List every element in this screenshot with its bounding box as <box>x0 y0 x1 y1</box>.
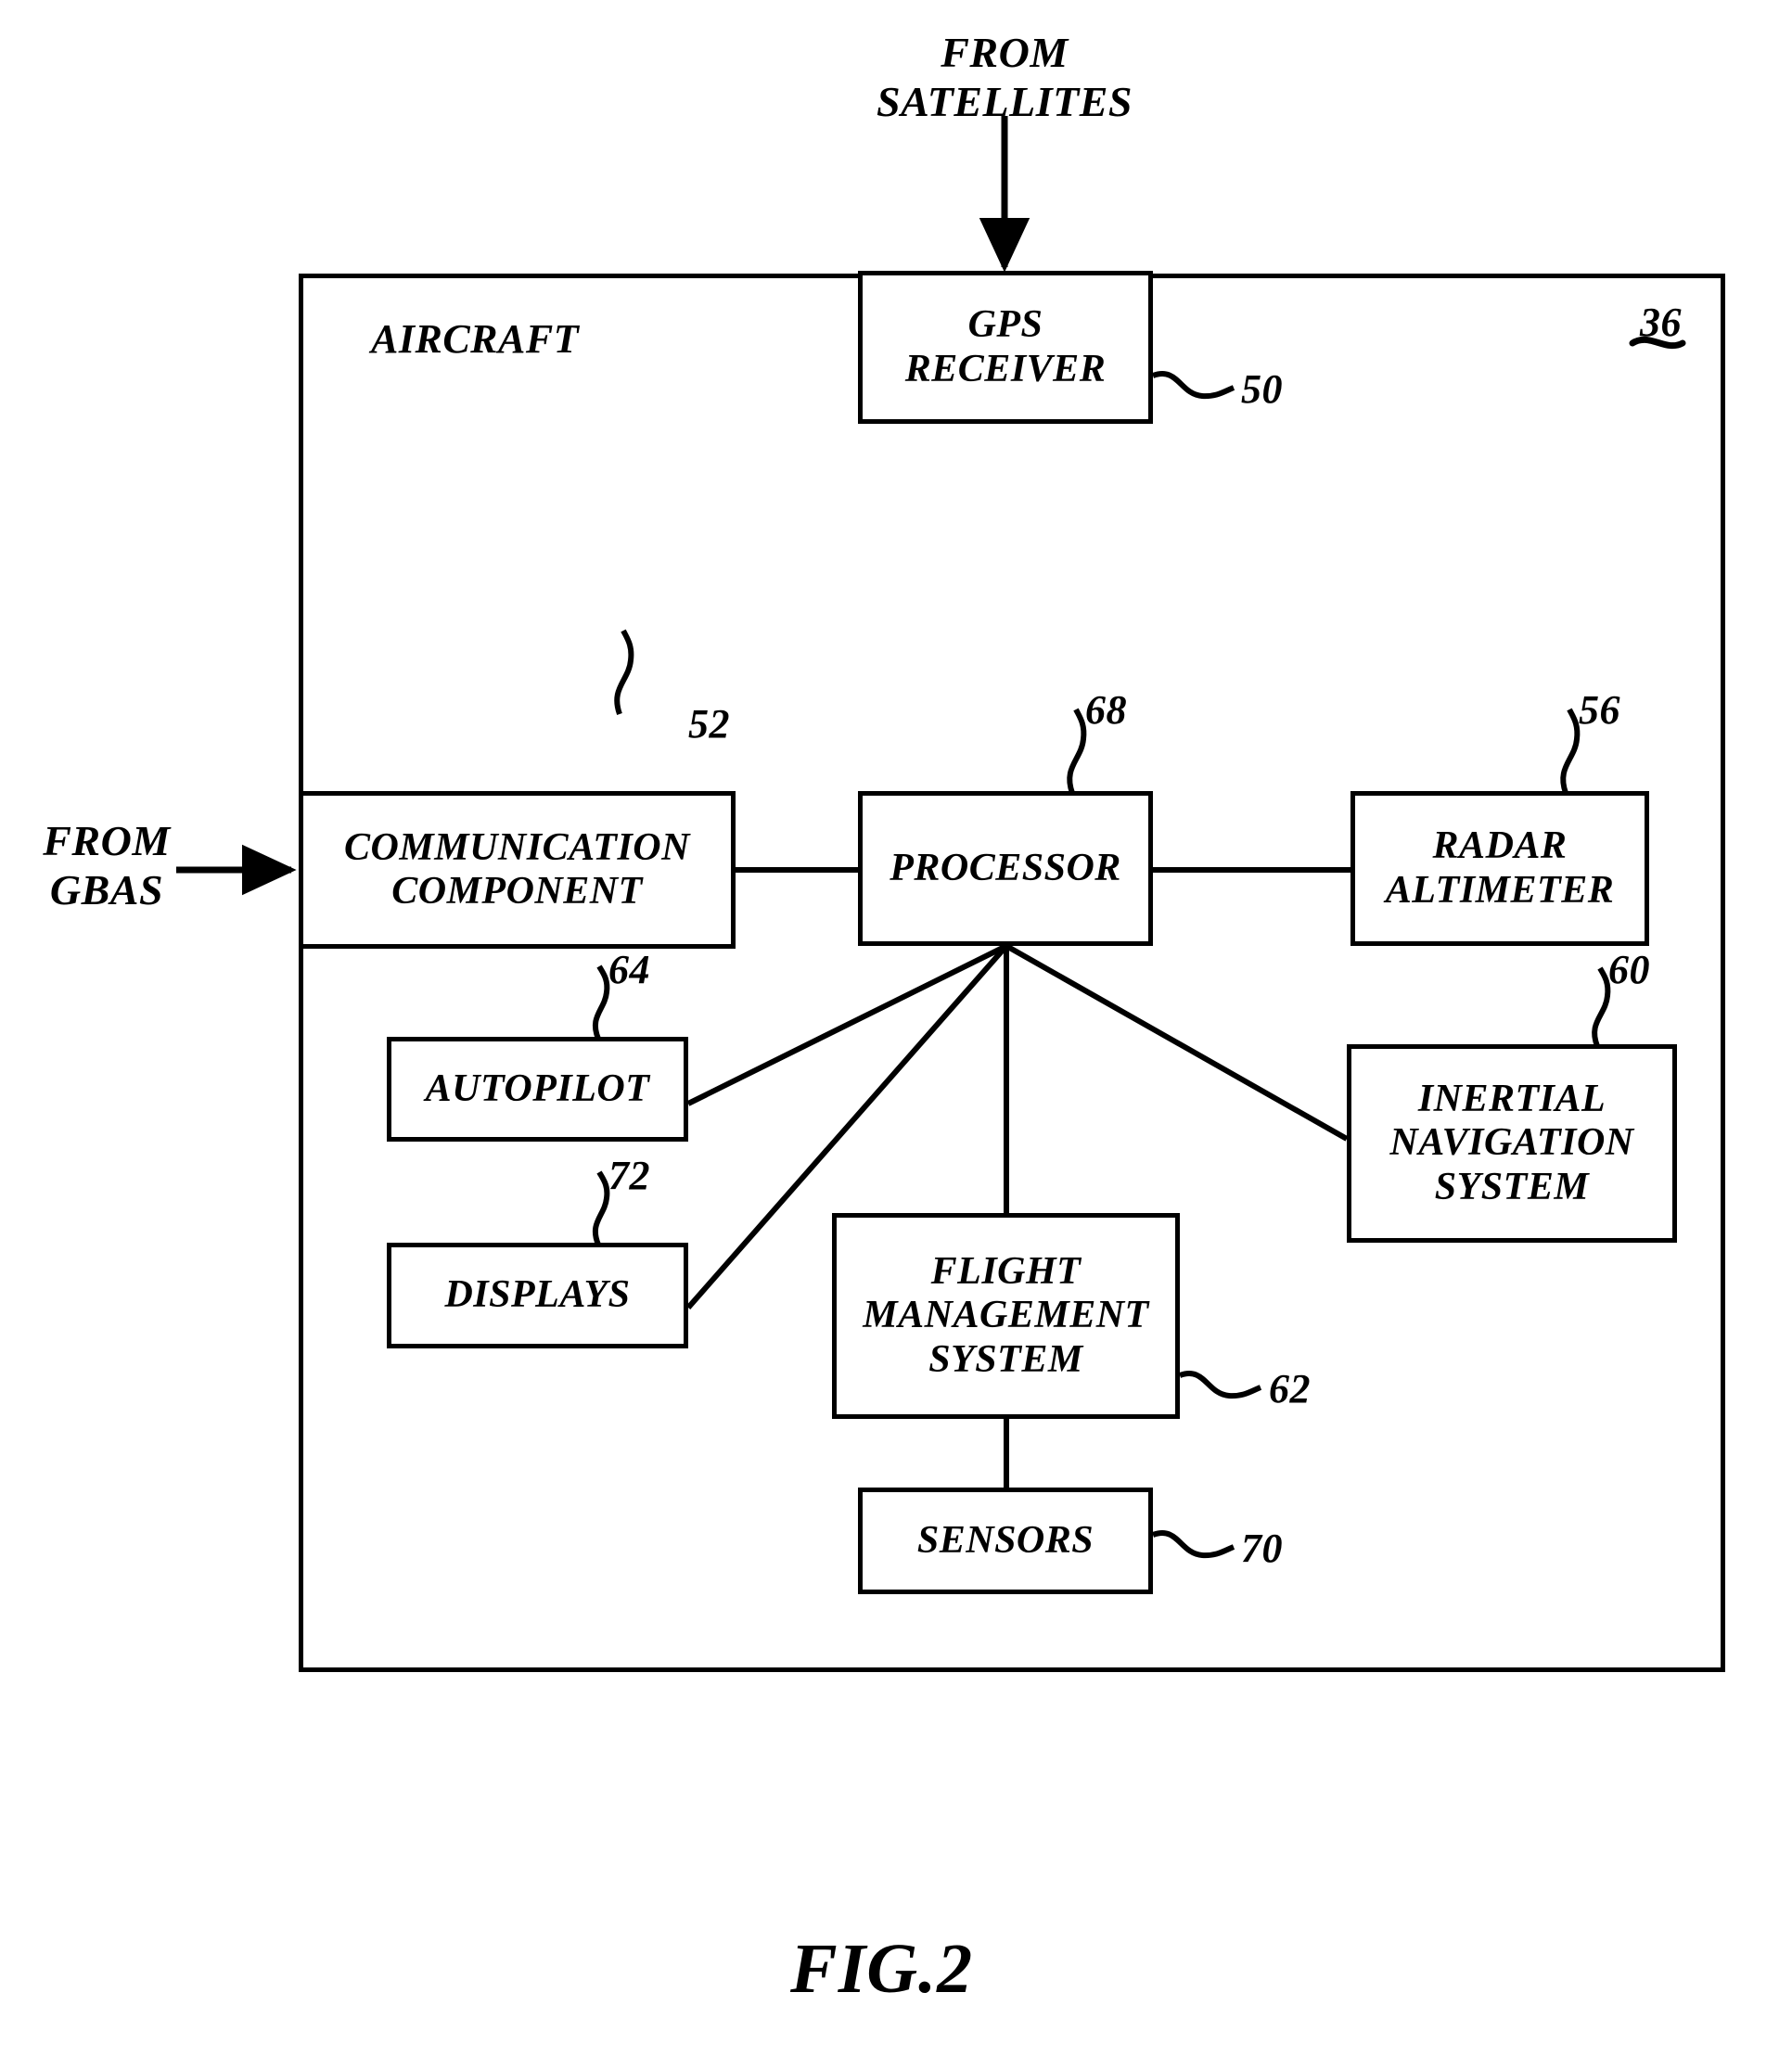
node-displays[interactable]: DISPLAYS <box>387 1243 688 1348</box>
ref-num-64: 64 <box>608 947 650 992</box>
ref-num-50: 50 <box>1241 366 1283 412</box>
node-radar-altimeter-label: RADAR ALTIMETER <box>1385 824 1615 912</box>
node-communication-component-label: COMMUNICATION COMPONENT <box>344 825 690 913</box>
ref-num-72: 72 <box>608 1153 650 1198</box>
node-gps-receiver[interactable]: GPS RECEIVER <box>858 271 1153 424</box>
node-autopilot[interactable]: AUTOPILOT <box>387 1037 688 1142</box>
from-gbas-label: FROM GBAS <box>43 817 171 914</box>
node-displays-label: DISPLAYS <box>444 1273 631 1317</box>
aircraft-frame-label: AIRCRAFT <box>371 316 580 362</box>
node-processor[interactable]: PROCESSOR <box>858 791 1153 946</box>
ref-num-60: 60 <box>1608 947 1650 992</box>
ref-num-68: 68 <box>1085 687 1127 733</box>
ref-num-62: 62 <box>1269 1366 1311 1411</box>
node-inertial-navigation-system-label: INERTIAL NAVIGATION SYSTEM <box>1389 1078 1634 1208</box>
node-sensors-label: SENSORS <box>916 1518 1094 1562</box>
aircraft-frame <box>299 274 1725 1672</box>
ref-num-56: 56 <box>1579 687 1620 733</box>
aircraft-frame-ref: 36 <box>1640 300 1682 345</box>
node-flight-management-system-label: FLIGHT MANAGEMENT SYSTEM <box>863 1250 1149 1381</box>
node-autopilot-label: AUTOPILOT <box>425 1066 650 1110</box>
ref-num-52: 52 <box>688 701 730 747</box>
from-satellites-label: FROM SATELLITES <box>877 29 1133 126</box>
node-flight-management-system[interactable]: FLIGHT MANAGEMENT SYSTEM <box>832 1213 1180 1419</box>
node-communication-component[interactable]: COMMUNICATION COMPONENT <box>299 791 736 949</box>
node-gps-receiver-label: GPS RECEIVER <box>904 303 1107 390</box>
node-sensors[interactable]: SENSORS <box>858 1488 1153 1594</box>
node-inertial-navigation-system[interactable]: INERTIAL NAVIGATION SYSTEM <box>1347 1044 1677 1243</box>
node-radar-altimeter[interactable]: RADAR ALTIMETER <box>1350 791 1649 946</box>
figure-caption: FIG.2 <box>790 1930 974 2008</box>
ref-num-70: 70 <box>1241 1526 1283 1571</box>
patent-figure-page: AIRCRAFT 36 FROM SATELLITES FROM GBAS GP… <box>0 0 1792 2069</box>
node-processor-label: PROCESSOR <box>890 846 1121 889</box>
